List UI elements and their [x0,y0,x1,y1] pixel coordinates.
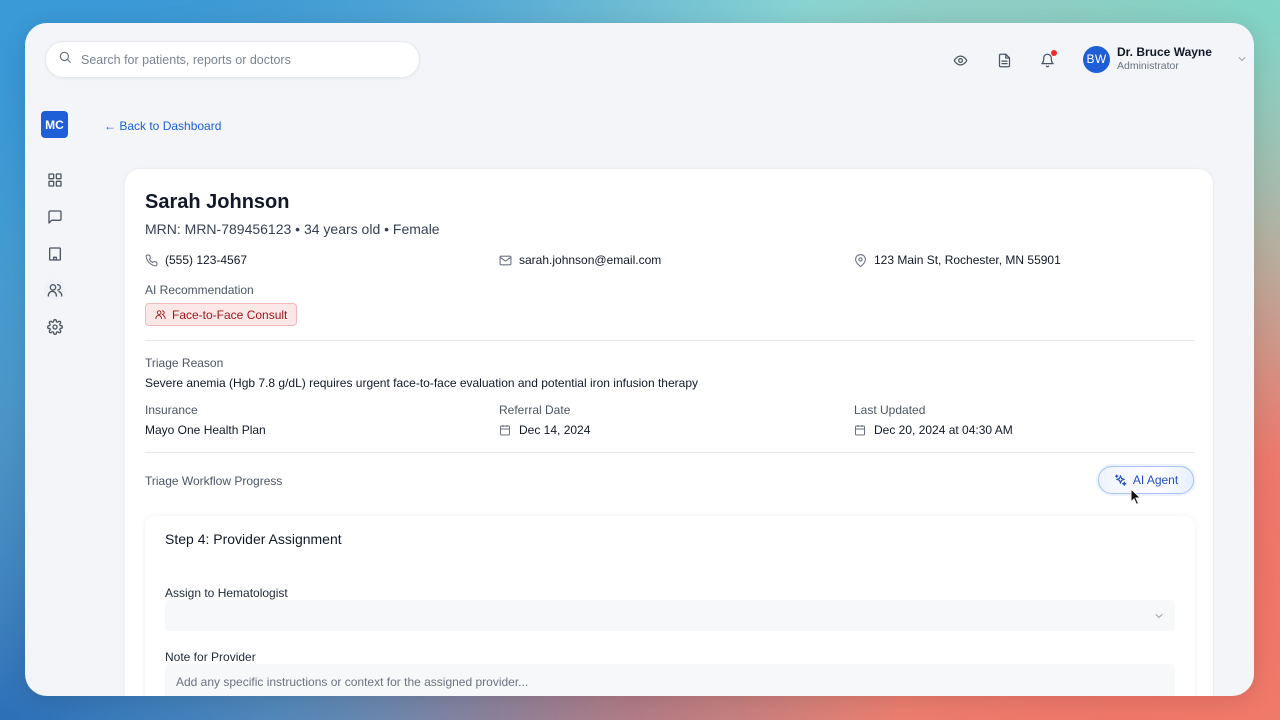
document-icon[interactable] [994,50,1014,70]
divider [145,452,1194,453]
insurance-value: Mayo One Health Plan [145,423,266,437]
last-updated-label: Last Updated [854,403,926,417]
phone-text: (555) 123-4567 [165,253,248,267]
mouse-cursor-icon [1130,488,1142,506]
back-to-dashboard-link[interactable]: ← Back to Dashboard [104,119,221,133]
insurance-label: Insurance [145,403,198,417]
patient-meta: MRN: MRN-789456123 • 34 years old • Fema… [145,221,440,237]
referral-date-value: Dec 14, 2024 [499,423,590,437]
provider-assignment-step: Step 4: Provider Assignment Assign to He… [145,516,1195,696]
note-for-provider-label: Note for Provider [165,650,256,664]
search-bar[interactable] [45,41,420,78]
building-icon[interactable] [44,243,65,264]
triage-reason-label: Triage Reason [145,356,224,370]
user-role: Administrator [1117,60,1179,72]
referral-date-text: Dec 14, 2024 [519,423,591,437]
note-for-provider-input[interactable] [165,664,1175,696]
calendar-icon [855,425,865,436]
search-input[interactable] [81,52,381,67]
user-name: Dr. Bruce Wayne [1117,45,1212,59]
calendar-icon [500,425,510,436]
workflow-progress-label: Triage Workflow Progress [145,474,283,488]
ai-recommendation-text: Face-to-Face Consult [172,307,288,322]
chevron-down-icon [1238,57,1246,62]
grid-icon[interactable] [44,169,65,190]
ai-agent-label: AI Agent [1132,473,1179,487]
settings-icon[interactable] [44,316,65,337]
last-updated-value: Dec 20, 2024 at 04:30 AM [854,423,1013,437]
divider [145,340,1194,341]
step-title: Step 4: Provider Assignment [165,531,342,547]
bell-icon[interactable] [1037,50,1057,70]
eye-icon[interactable] [950,50,970,70]
map-pin-icon [855,253,866,267]
ai-recommendation-label: AI Recommendation [145,283,254,297]
chevron-down-icon [1155,613,1163,618]
patient-phone: (555) 123-4567 [145,253,247,267]
app-logo[interactable]: MC [41,111,68,138]
users-icon [155,310,166,320]
ai-recommendation-badge: Face-to-Face Consult [145,303,298,326]
search-icon [58,50,72,69]
message-icon[interactable] [44,206,65,227]
sparkles-icon [1114,474,1127,486]
address-text: 123 Main St, Rochester, MN 55901 [874,253,1061,267]
app-window: BW Dr. Bruce Wayne Administrator MC ← Ba… [25,23,1254,696]
avatar: BW [1083,45,1110,73]
referral-date-label: Referral Date [499,403,571,417]
patient-email: sarah.johnson@email.com [499,253,661,267]
hematologist-select[interactable] [165,600,1175,631]
assign-hematologist-label: Assign to Hematologist [165,586,288,600]
patient-card: Sarah Johnson MRN: MRN-789456123 • 34 ye… [124,168,1214,696]
ai-agent-button[interactable]: AI Agent [1098,466,1194,494]
patient-name: Sarah Johnson [145,191,290,213]
triage-reason-text: Severe anemia (Hgb 7.8 g/dL) requires ur… [145,376,699,390]
users-icon[interactable] [44,279,65,300]
last-updated-text: Dec 20, 2024 at 04:30 AM [874,423,1013,437]
email-text: sarah.johnson@email.com [519,253,662,267]
mail-icon [499,255,512,265]
notification-badge [1051,50,1057,56]
phone-icon [145,254,158,266]
user-menu[interactable]: BW Dr. Bruce Wayne Administrator [1083,45,1248,73]
patient-address: 123 Main St, Rochester, MN 55901 [854,253,1061,267]
